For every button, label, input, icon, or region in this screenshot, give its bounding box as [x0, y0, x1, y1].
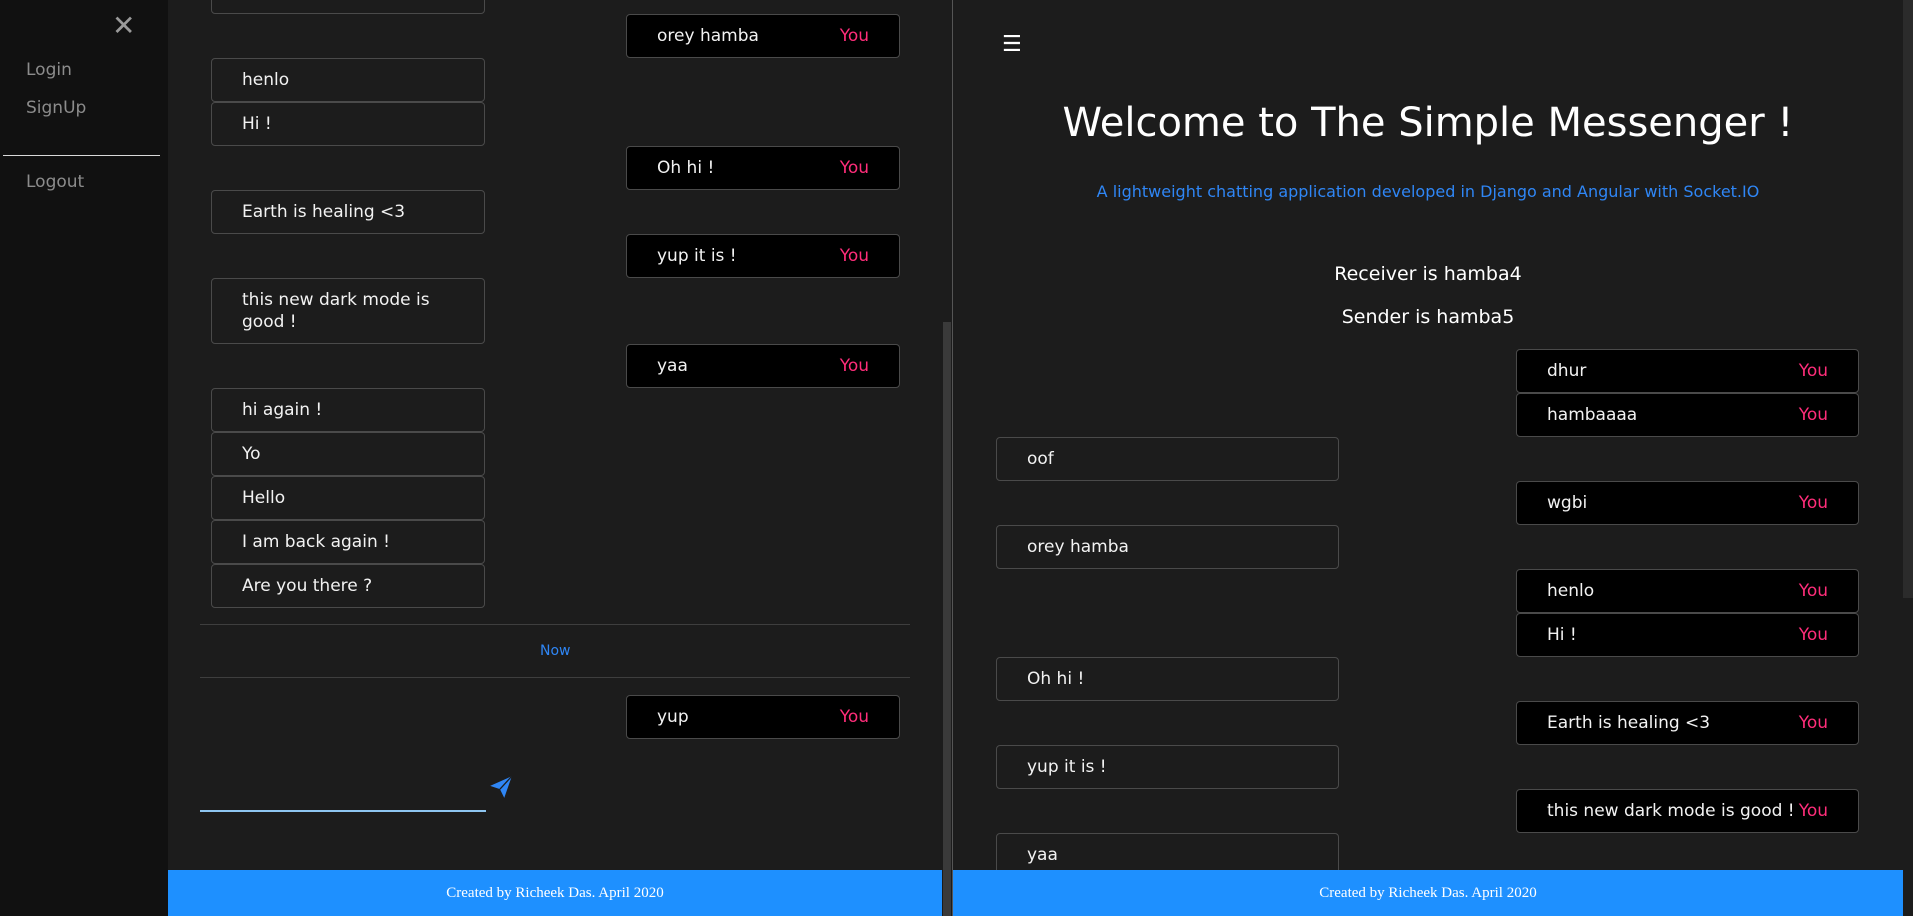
page-title: Welcome to The Simple Messenger !: [1062, 100, 1794, 146]
message-bubble: Hello: [211, 476, 485, 520]
you-tag: You: [1798, 361, 1828, 381]
message-text: orey hamba: [1027, 537, 1129, 557]
message-text: this new dark mode is good !: [242, 290, 430, 332]
message-bubble: Oh hi ! You: [626, 146, 900, 190]
receiver-line: Receiver is hamba4: [1334, 263, 1522, 285]
message-bubble: oof: [996, 437, 1339, 481]
message-text: yup it is !: [657, 246, 737, 266]
message-bubble-cut: [211, 0, 485, 14]
left-scrollbar-thumb[interactable]: [943, 322, 951, 916]
message-bubble: orey hamba You: [626, 14, 900, 58]
footer-left: Created by Richeek Das. April 2020: [168, 870, 942, 916]
you-tag: You: [1798, 625, 1828, 645]
message-bubble: dhur You: [1516, 349, 1859, 393]
message-text: henlo: [1547, 581, 1595, 601]
sidebar-divider: [3, 155, 160, 156]
message-text: hambaaaa: [1547, 405, 1638, 425]
close-icon[interactable]: ✕: [112, 10, 135, 42]
message-bubble: yup it is !: [996, 745, 1339, 789]
message-text: I am back again !: [242, 532, 390, 552]
message-bubble: henlo You: [1516, 569, 1859, 613]
message-bubble: hambaaaa You: [1516, 393, 1859, 437]
logout-link[interactable]: Logout: [26, 172, 84, 192]
message-text: dhur: [1547, 361, 1587, 381]
message-text: Oh hi !: [1027, 669, 1085, 689]
message-bubble: yaa You: [626, 344, 900, 388]
login-link[interactable]: Login: [26, 60, 72, 80]
message-text: Hi !: [242, 114, 272, 134]
message-text: hi again !: [242, 400, 323, 420]
message-text: Yo: [242, 444, 261, 464]
message-input[interactable]: [200, 770, 486, 812]
message-bubble: hi again !: [211, 388, 485, 432]
message-text: this new dark mode is good !: [1547, 801, 1795, 821]
message-text: Earth is healing <3: [242, 202, 406, 222]
message-text: Are you there ?: [242, 576, 373, 596]
message-bubble: yup it is ! You: [626, 234, 900, 278]
page-subtitle: A lightweight chatting application devel…: [1096, 182, 1760, 201]
you-tag: You: [839, 158, 869, 178]
signup-link[interactable]: SignUp: [26, 98, 86, 118]
you-tag: You: [839, 246, 869, 266]
message-bubble: Hi !: [211, 102, 485, 146]
message-text: Hello: [242, 488, 286, 508]
message-text: yaa: [657, 356, 688, 376]
message-bubble: I am back again !: [211, 520, 485, 564]
message-text: yup: [657, 707, 689, 727]
message-bubble: orey hamba: [996, 525, 1339, 569]
menu-icon[interactable]: ☰: [1002, 32, 1022, 57]
message-bubble: yup You: [626, 695, 900, 739]
you-tag: You: [1798, 493, 1828, 513]
message-bubble: Yo: [211, 432, 485, 476]
message-text: wgbi: [1547, 493, 1588, 513]
message-text: Oh hi !: [657, 158, 715, 178]
you-tag: You: [1798, 713, 1828, 733]
message-text: henlo: [242, 70, 290, 90]
you-tag: You: [1798, 581, 1828, 601]
sender-line: Sender is hamba5: [1341, 306, 1515, 328]
message-text: yup it is !: [1027, 757, 1107, 777]
message-bubble: Earth is healing <3: [211, 190, 485, 234]
message-bubble: this new dark mode is good !: [211, 278, 485, 344]
message-text: Hi !: [1547, 625, 1577, 645]
app-root: ✕ Login SignUp Logout orey hamba You hen…: [0, 0, 1913, 916]
footer-right: Created by Richeek Das. April 2020: [953, 870, 1903, 916]
message-bubble: Are you there ?: [211, 564, 485, 608]
separator-line: [200, 677, 910, 678]
now-label: Now: [540, 643, 571, 659]
separator-line: [200, 624, 910, 625]
paper-plane-icon[interactable]: [488, 774, 514, 800]
message-bubble: this new dark mode is good ! You: [1516, 789, 1859, 833]
you-tag: You: [839, 356, 869, 376]
message-bubble: wgbi You: [1516, 481, 1859, 525]
message-bubble: Oh hi !: [996, 657, 1339, 701]
message-text: Earth is healing <3: [1547, 713, 1711, 733]
message-text: yaa: [1027, 845, 1058, 865]
message-bubble: Hi ! You: [1516, 613, 1859, 657]
you-tag: You: [1798, 801, 1828, 821]
you-tag: You: [839, 707, 869, 727]
sidebar: ✕ Login SignUp Logout: [0, 0, 168, 916]
you-tag: You: [839, 26, 869, 46]
you-tag: You: [1798, 405, 1828, 425]
right-scrollbar-thumb[interactable]: [1903, 0, 1913, 598]
message-text: oof: [1027, 449, 1054, 469]
message-bubble: Earth is healing <3 You: [1516, 701, 1859, 745]
message-text: orey hamba: [657, 26, 759, 46]
message-bubble: henlo: [211, 58, 485, 102]
